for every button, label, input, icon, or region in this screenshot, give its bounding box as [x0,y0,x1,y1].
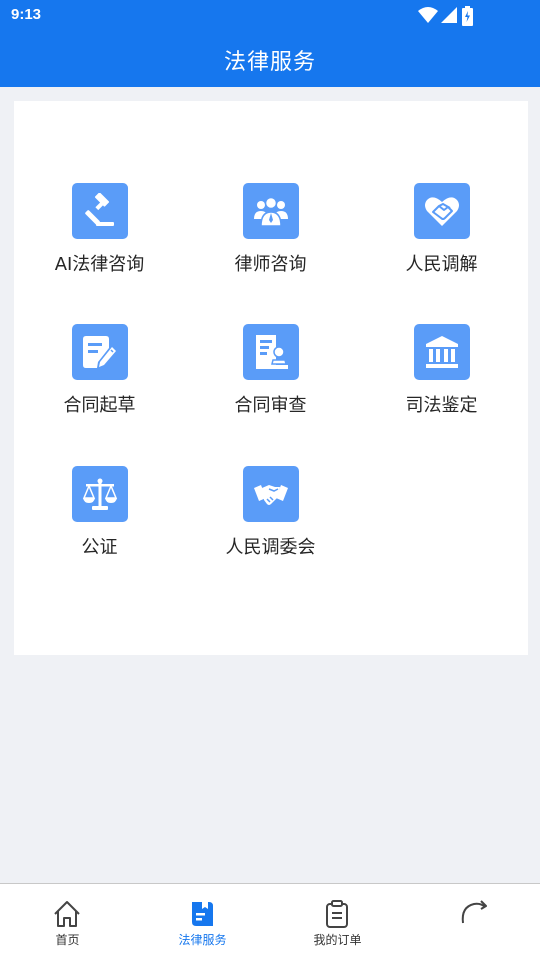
service-contract-review[interactable]: 合同审查 [185,324,356,434]
lawyers-icon [254,196,288,227]
status-time: 9:13 [11,6,42,23]
tab-law-services[interactable]: 法律服务 [135,884,270,960]
wifi-icon [418,7,438,23]
battery-icon [462,6,473,26]
heart-handshake-icon [425,197,459,226]
service-label: 司法鉴定 [405,395,478,416]
tab-label: 首页 [55,933,80,947]
service-label: 合同起草 [63,395,136,416]
service-label: 人民调委会 [225,537,316,558]
service-ai-legal-consult[interactable]: AI法律咨询 [14,183,185,293]
service-mediation-committee[interactable]: 人民调委会 [185,466,356,576]
app-bar: 法律服务 [0,32,540,87]
services-card: AI法律咨询 律师咨询 人民调解 合同起草 合同审查 司法鉴定 公证 人民调委会 [14,101,528,655]
service-lawyer-consult[interactable]: 律师咨询 [185,183,356,293]
tab-home[interactable]: 首页 [0,884,135,960]
gavel-icon [85,193,114,226]
service-people-mediation[interactable]: 人民调解 [356,183,527,293]
service-label: 合同审查 [234,395,307,416]
service-label: AI法律咨询 [54,254,145,275]
bottom-tab-bar: 首页 法律服务 我的订单 [0,883,540,960]
tab-profile[interactable] [405,884,540,960]
status-bar: 9:13 [0,0,540,32]
document-review-icon [256,335,288,369]
tab-my-orders[interactable]: 我的订单 [270,884,405,960]
service-contract-drafting[interactable]: 合同起草 [14,324,185,434]
page-title: 法律服务 [223,50,316,75]
service-label: 公证 [81,537,118,558]
signal-icon [441,7,457,23]
tab-label: 法律服务 [178,933,227,947]
tab-label: 我的订单 [313,933,362,947]
service-label: 人民调解 [405,254,478,275]
clipboard-icon [326,900,348,928]
courthouse-icon [426,336,458,368]
service-notarization[interactable]: 公证 [14,466,185,576]
profile-icon [461,900,487,924]
law-book-icon [192,902,213,926]
service-label: 律师咨询 [234,254,307,275]
home-icon [54,901,80,927]
document-edit-icon [83,336,116,368]
scales-icon [82,478,118,510]
service-judicial-appraisal[interactable]: 司法鉴定 [356,324,527,434]
handshake-icon [254,485,288,505]
